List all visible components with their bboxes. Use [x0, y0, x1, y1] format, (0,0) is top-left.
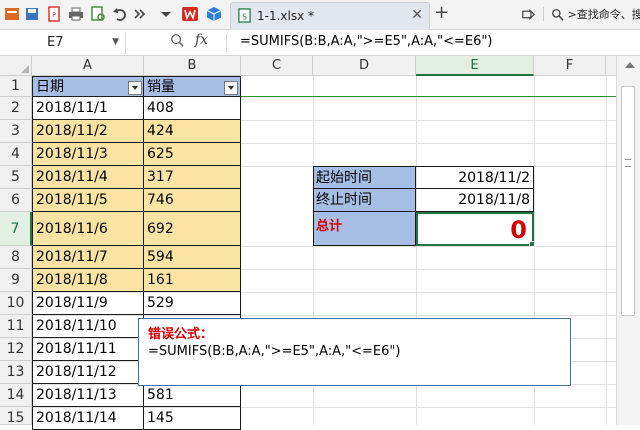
close-icon[interactable]: ✕ [411, 7, 423, 23]
cell-sales[interactable]: 408 [144, 97, 241, 120]
scroll-up-icon[interactable] [625, 62, 635, 68]
filter-dropdown-icon[interactable] [128, 81, 142, 95]
formula-bar: E7 ▼ fx =SUMIFS(B:B,A:A,">=E5",A:A,"<=E6… [0, 30, 640, 56]
filter-dropdown-icon[interactable] [224, 81, 238, 95]
cell-date[interactable]: 2018/11/6 [32, 212, 144, 246]
column-header-e[interactable]: E [416, 56, 534, 76]
column-header-b[interactable]: B [144, 56, 241, 76]
zoom-icon[interactable] [170, 33, 184, 47]
svg-text:P: P [52, 12, 56, 19]
cell-sales[interactable]: 529 [144, 292, 241, 315]
column-header-f[interactable]: F [534, 56, 606, 76]
column-header-a[interactable]: A [32, 56, 144, 76]
row-header-5[interactable]: 5 [0, 166, 32, 189]
error-formula-callout: 错误公式： =SUMIFS(B:B,A:A,">=E5",A:A,"<=E6") [138, 318, 571, 386]
cell-date[interactable]: 2018/11/1 [32, 97, 144, 120]
start-time-value[interactable]: 2018/11/2 [416, 166, 534, 189]
start-time-label[interactable]: 起始时间 [313, 166, 416, 189]
cell-date[interactable]: 2018/11/2 [32, 120, 144, 143]
name-box-value: E7 [47, 35, 64, 50]
print-icon[interactable] [68, 6, 84, 22]
title-bar: P S 1-1.xlsx * ✕ + >查找命令、搜 [0, 0, 640, 30]
cell-date[interactable]: 2018/11/12 [32, 361, 144, 384]
cell-sales[interactable]: 145 [144, 407, 241, 430]
total-value-cell-e7[interactable]: 0 [416, 212, 534, 246]
formula-separator [226, 34, 227, 52]
select-all-corner[interactable] [0, 56, 32, 76]
cell-date[interactable]: 2018/11/14 [32, 407, 144, 430]
scroll-thumb[interactable] [621, 86, 635, 316]
cell-date[interactable]: 2018/11/8 [32, 269, 144, 292]
row-header-1[interactable]: 1 [0, 76, 32, 97]
cell-sales[interactable]: 692 [144, 212, 241, 246]
export-pdf-icon[interactable]: P [46, 6, 62, 22]
callout-formula: =SUMIFS(B:B,A:A,">=E5",A:A,"<=E6") [148, 344, 400, 359]
chevron-down-icon[interactable] [158, 6, 174, 22]
name-box[interactable]: E7 ▼ [0, 32, 126, 54]
cell-date[interactable]: 2018/11/4 [32, 166, 144, 189]
row-header-12[interactable]: 12 [0, 338, 32, 361]
row-header-8[interactable]: 8 [0, 246, 32, 269]
cell-b1-header[interactable]: 销量 [144, 76, 241, 97]
cell-sales[interactable]: 581 [144, 384, 241, 407]
row-header-11[interactable]: 11 [0, 315, 32, 338]
tab-title: 1-1.xlsx * [257, 9, 314, 23]
cell-date[interactable]: 2018/11/13 [32, 384, 144, 407]
more-icon[interactable] [132, 6, 148, 22]
command-search[interactable]: >查找命令、搜 [522, 6, 640, 22]
freeze-pane-line [241, 96, 616, 97]
total-label[interactable]: 总计 [313, 212, 416, 246]
callout-title: 错误公式： [148, 323, 213, 342]
row-header-13[interactable]: 13 [0, 361, 32, 384]
cell-sales[interactable]: 161 [144, 269, 241, 292]
wps-logo-icon[interactable] [182, 6, 198, 22]
end-time-value[interactable]: 2018/11/8 [416, 189, 534, 212]
app-menu-icon[interactable] [4, 6, 20, 22]
cell-sales[interactable]: 625 [144, 143, 241, 166]
end-time-label[interactable]: 终止时间 [313, 189, 416, 212]
spreadsheet-file-icon: S [237, 8, 252, 23]
cell-a1-header[interactable]: 日期 [32, 76, 144, 97]
tab-workbook[interactable]: S 1-1.xlsx * ✕ [230, 2, 430, 30]
header-sales: 销量 [147, 79, 175, 95]
formula-input[interactable]: =SUMIFS(B:B,A:A,">=E5",A:A,"<=E6") [240, 34, 492, 49]
vertical-scrollbar[interactable] [616, 56, 640, 425]
cell-sales[interactable]: 317 [144, 166, 241, 189]
chevron-down-icon[interactable]: ▼ [112, 37, 119, 47]
command-search-text[interactable]: >查找命令、搜 [568, 8, 640, 21]
search-icon[interactable] [551, 8, 564, 21]
cell-date[interactable]: 2018/11/10 [32, 315, 144, 338]
row-header-9[interactable]: 9 [0, 269, 32, 292]
print-preview-icon[interactable] [90, 6, 106, 22]
cell-sales[interactable]: 746 [144, 189, 241, 212]
cube-icon[interactable] [206, 6, 222, 22]
column-header-d[interactable]: D [313, 56, 416, 76]
row-header-15[interactable]: 15 [0, 407, 32, 425]
gridline [606, 76, 607, 425]
undo-icon[interactable] [112, 6, 128, 22]
add-tab-icon[interactable]: + [434, 2, 449, 23]
cell-date[interactable]: 2018/11/5 [32, 189, 144, 212]
row-header-10[interactable]: 10 [0, 292, 32, 315]
cell-date[interactable]: 2018/11/3 [32, 143, 144, 166]
row-header-6[interactable]: 6 [0, 189, 32, 212]
header-date: 日期 [36, 79, 64, 95]
row-header-2[interactable]: 2 [0, 97, 32, 120]
row-header-4[interactable]: 4 [0, 143, 32, 166]
insert-function-button[interactable]: fx [195, 32, 208, 48]
save-icon[interactable] [24, 6, 40, 22]
cell-sales[interactable]: 594 [144, 246, 241, 269]
row-header-3[interactable]: 3 [0, 120, 32, 143]
cell-date[interactable]: 2018/11/11 [32, 338, 144, 361]
share-icon[interactable] [522, 8, 535, 21]
cell-date[interactable]: 2018/11/7 [32, 246, 144, 269]
cell-date[interactable]: 2018/11/9 [32, 292, 144, 315]
column-header-c[interactable]: C [241, 56, 313, 76]
cell-sales[interactable]: 424 [144, 120, 241, 143]
svg-text:S: S [242, 12, 247, 21]
row-header-7[interactable]: 7 [0, 212, 32, 246]
row-header-14[interactable]: 14 [0, 384, 32, 407]
fill-handle[interactable] [529, 241, 535, 247]
grip-icon [625, 159, 631, 167]
